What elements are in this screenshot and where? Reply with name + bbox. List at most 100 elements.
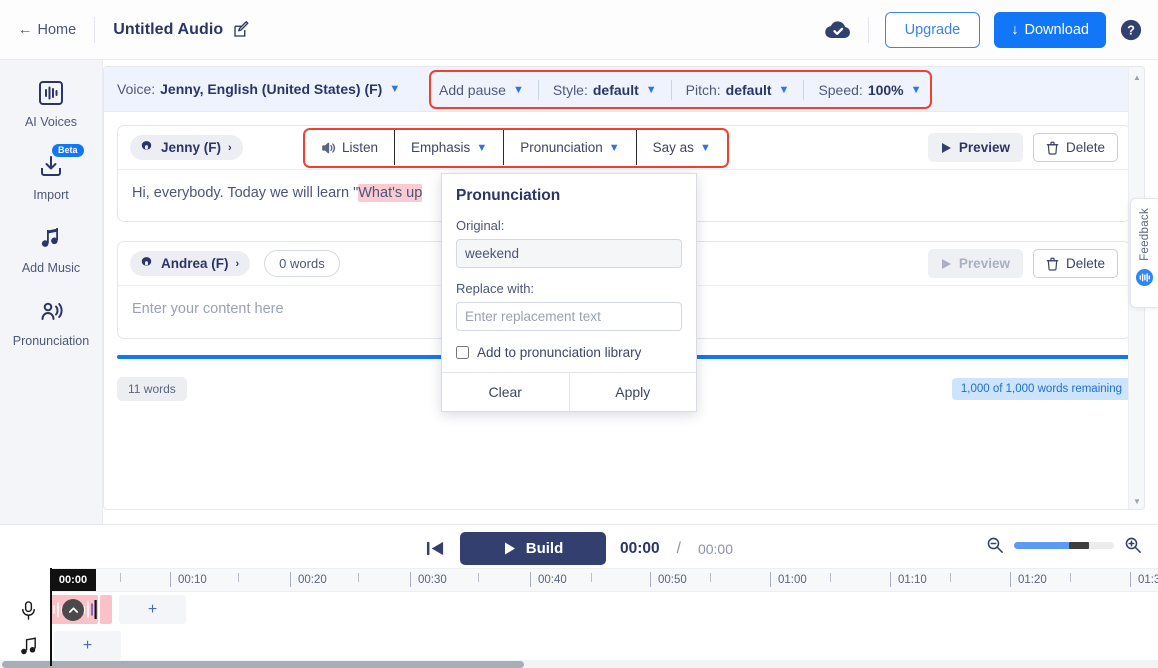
avatar-icon (139, 140, 154, 155)
chevron-down-icon: ▼ (512, 83, 524, 96)
speaker-selector[interactable]: Jenny (F) › (130, 135, 243, 160)
voice-selector[interactable]: Voice: Jenny, English (United States) (F… (117, 81, 400, 97)
skip-to-start-icon[interactable] (425, 539, 446, 558)
zoom-slider-fill (1014, 541, 1069, 549)
beta-badge: Beta (52, 144, 84, 157)
transport-bar: Build 00:00 / 00:00 (0, 525, 1158, 572)
replacement-input[interactable] (456, 302, 682, 331)
ruler-tick (170, 572, 171, 587)
sidebar-item-pronunciation[interactable]: Pronunciation (0, 297, 102, 348)
microphone-icon[interactable] (14, 596, 42, 624)
ruler-tick (950, 573, 951, 582)
ruler-tick (358, 573, 359, 582)
listen-button[interactable]: Listen (305, 130, 396, 165)
inline-toolbar-highlight: Listen Emphasis ▼ Pronunciation ▼ Say as (303, 128, 729, 168)
pronunciation-dropdown[interactable]: Pronunciation ▼ (504, 130, 637, 165)
track-row: + (0, 628, 1158, 663)
scroll-up-arrow-icon[interactable]: ▲ (1129, 69, 1144, 85)
ruler-label: 01:20 (1018, 574, 1047, 586)
person-speaking-icon (36, 297, 66, 327)
ruler-tick (1010, 572, 1011, 587)
pitch-value: default (725, 81, 772, 98)
sidebar-item-add-music[interactable]: Add Music (0, 224, 102, 275)
playhead[interactable] (50, 568, 52, 666)
ruler-tick (1130, 572, 1131, 587)
sidebar-item-import[interactable]: Beta Import (0, 144, 102, 202)
speaker-name: Jenny (F) (161, 140, 222, 155)
home-back-link[interactable]: ← Home (18, 22, 76, 38)
speaker-selector[interactable]: Andrea (F) › (130, 251, 251, 277)
pitch-dropdown[interactable]: Pitch: default ▼ (686, 82, 790, 98)
sidebar-item-label: Pronunciation (12, 334, 90, 348)
chevron-right-icon: › (228, 141, 232, 154)
sidebar-item-ai-voices[interactable]: AI Voices (0, 78, 102, 129)
replace-label: Replace with: (456, 281, 535, 296)
chevron-down-icon: ▼ (778, 83, 790, 96)
emphasis-dropdown[interactable]: Emphasis ▼ (395, 130, 505, 165)
apply-button[interactable]: Apply (568, 373, 696, 411)
scroll-down-arrow-icon[interactable]: ▼ (1129, 493, 1144, 509)
chevron-down-icon: ▼ (608, 141, 620, 154)
add-voice-clip-button[interactable]: + (119, 595, 186, 624)
audio-clip-segment[interactable] (100, 595, 112, 624)
feedback-label: Feedback (1138, 208, 1151, 261)
add-to-library-label: Add to pronunciation library (477, 345, 642, 360)
zoom-control (986, 536, 1142, 554)
play-icon (941, 258, 952, 270)
ruler-label: 01:10 (898, 574, 927, 586)
delete-button[interactable]: Delete (1032, 133, 1118, 162)
feedback-tab[interactable]: Feedback (1130, 198, 1158, 308)
scrollbar-thumb[interactable] (2, 661, 524, 668)
top-bar: ← Home Untitled Audio Upgrade ↓ Download (0, 0, 1158, 60)
clip-expand-button[interactable] (62, 599, 84, 621)
ruler-tick (290, 572, 291, 587)
chevron-down-icon: ▼ (910, 83, 922, 96)
build-button[interactable]: Build (459, 532, 606, 565)
add-to-library-checkbox-row[interactable]: Add to pronunciation library (456, 345, 682, 360)
ruler-tick (238, 573, 239, 582)
original-field[interactable] (456, 239, 682, 268)
pencil-square-icon[interactable] (232, 20, 250, 39)
zoom-slider[interactable] (1014, 541, 1114, 549)
zoom-in-icon[interactable] (1124, 536, 1142, 554)
ruler-label: 01:00 (778, 574, 807, 586)
preview-label: Preview (958, 256, 1010, 272)
zoom-out-icon[interactable] (986, 536, 1004, 554)
ruler-label: 00:40 (538, 574, 567, 586)
delete-button[interactable]: Delete (1032, 249, 1118, 279)
say-as-label: Say as (652, 140, 694, 155)
upgrade-button[interactable]: Upgrade (884, 11, 981, 48)
question-circle-icon[interactable]: ? (1120, 19, 1142, 41)
play-icon (503, 541, 517, 556)
style-dropdown[interactable]: Style: default ▼ (553, 82, 657, 98)
download-button[interactable]: ↓ Download (994, 11, 1106, 48)
add-pause-label: Add pause (439, 81, 506, 98)
script-block-actions: Preview Delete (927, 249, 1118, 279)
chevron-down-icon: ▼ (476, 141, 488, 154)
word-count-pill: 0 words (264, 250, 340, 278)
add-pause-dropdown[interactable]: Add pause ▼ (439, 82, 524, 98)
add-music-clip-button[interactable]: + (54, 631, 121, 660)
popover-title: Pronunciation (456, 187, 561, 204)
total-word-count: 11 words (117, 377, 187, 401)
cloud-check-icon[interactable] (824, 19, 852, 40)
sidebar-item-label: Import (33, 188, 69, 202)
ruler-tick (478, 573, 479, 582)
speed-dropdown[interactable]: Speed: 100% ▼ (818, 82, 921, 98)
preview-button[interactable]: Preview (927, 249, 1023, 279)
ruler-tick (120, 573, 121, 582)
preview-button[interactable]: Preview (927, 133, 1023, 162)
ruler-tick (1070, 573, 1071, 582)
music-note-icon[interactable] (14, 632, 42, 660)
ruler-tick (830, 573, 831, 582)
timeline-horizontal-scrollbar[interactable] (0, 660, 1158, 668)
voice-settings-bar: Voice: Jenny, English (United States) (F… (104, 67, 1144, 112)
timeline-ruler[interactable]: 00:00 00:10 00:20 00:30 00:40 00:50 01:0… (50, 568, 1158, 592)
say-as-dropdown[interactable]: Say as ▼ (637, 130, 727, 165)
chevron-right-icon: › (235, 257, 240, 270)
waveform-box-icon (36, 78, 66, 108)
ruler-label: 00:10 (178, 574, 207, 586)
add-to-library-checkbox[interactable] (456, 346, 469, 359)
clear-button[interactable]: Clear (442, 373, 569, 411)
zoom-slider-thumb[interactable] (1069, 541, 1089, 549)
